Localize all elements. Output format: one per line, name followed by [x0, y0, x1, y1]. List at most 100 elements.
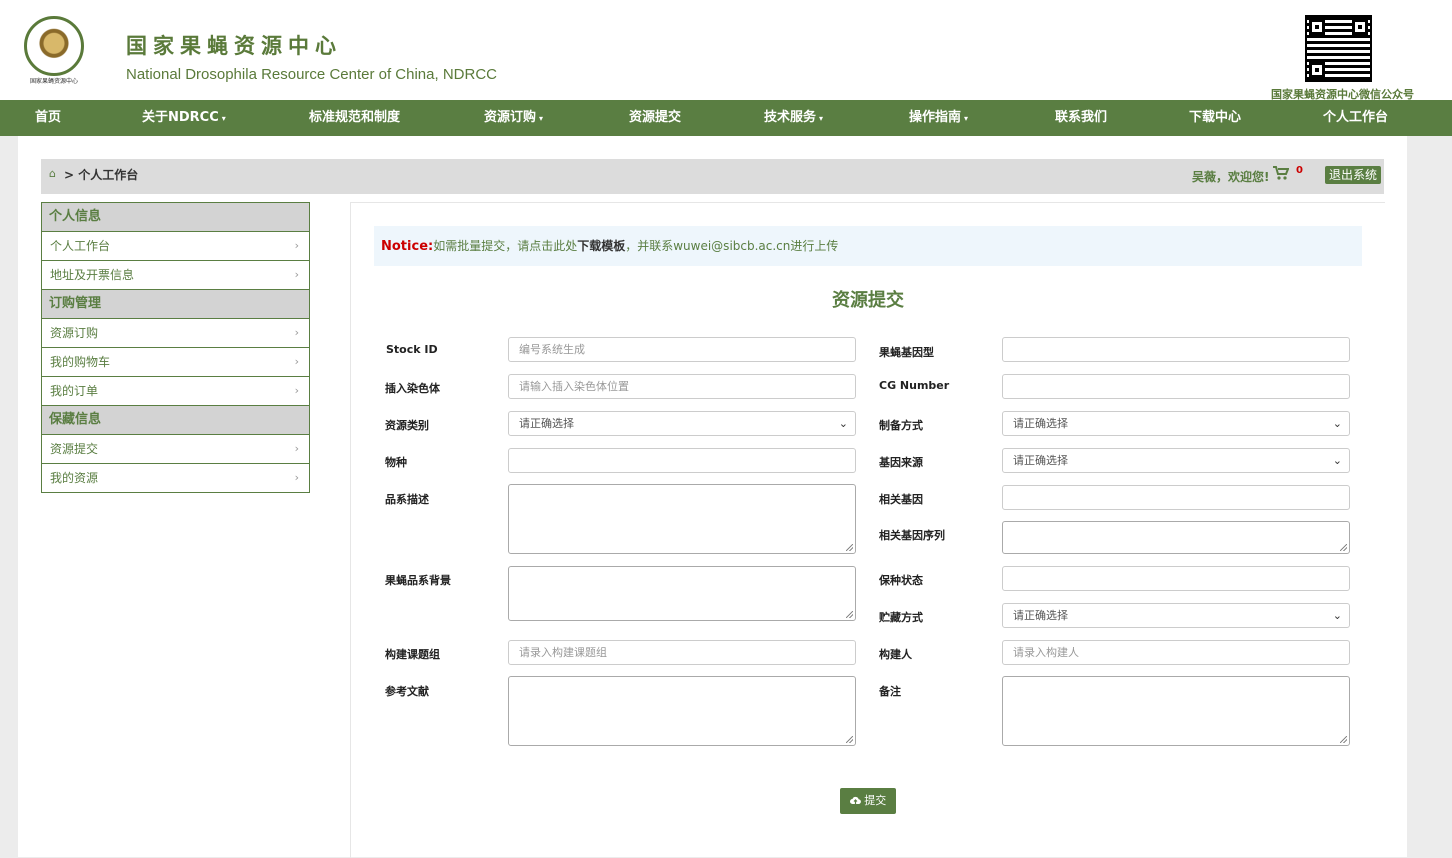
label-storage-method: 贮藏方式: [879, 611, 923, 624]
notice-bar: Notice:如需批量提交，请点击此处下载模板，并联系wuwei@sibcb.a…: [374, 226, 1362, 266]
sidebar-item-orders[interactable]: 我的订单 ›: [42, 377, 309, 406]
sidebar-item-label: 地址及开票信息: [50, 268, 135, 282]
cloud-upload-icon: [849, 796, 861, 805]
sidebar-item-resource-order[interactable]: 资源订购 ›: [42, 319, 309, 348]
genotype-input[interactable]: [1002, 337, 1350, 362]
sidebar-item-workspace[interactable]: 个人工作台 ›: [42, 232, 309, 261]
notice-label: Notice:: [381, 239, 434, 254]
breadcrumb-separator: >: [64, 168, 75, 182]
cg-number-input[interactable]: [1002, 374, 1350, 399]
label-prep-method: 制备方式: [879, 419, 923, 432]
prep-method-select[interactable]: 请正确选择 ⌄: [1002, 411, 1350, 436]
stock-id-input[interactable]: 编号系统生成: [508, 337, 856, 362]
cart-icon[interactable]: [1273, 166, 1290, 184]
qr-finder-icon: [1352, 19, 1368, 35]
ndrcc-logo[interactable]: [24, 16, 84, 76]
preservation-state-input[interactable]: [1002, 566, 1350, 591]
related-gene-input[interactable]: [1002, 485, 1350, 510]
wechat-qr-code-icon: [1305, 15, 1372, 82]
nav-label: 首页: [35, 110, 62, 125]
nav-standards[interactable]: 标准规范和制度: [309, 100, 400, 136]
label-species: 物种: [385, 456, 407, 469]
builder-placeholder: 请录入构建人: [1013, 646, 1079, 659]
label-related-gene-sequence: 相关基因序列: [879, 529, 945, 542]
strain-description-textarea[interactable]: [508, 484, 856, 554]
site-title-cn: 国家果蝇资源中心: [126, 34, 342, 58]
resource-category-select[interactable]: 请正确选择 ⌄: [508, 411, 856, 436]
prep-method-value: 请正确选择: [1013, 417, 1068, 430]
label-remarks: 备注: [879, 685, 901, 698]
sidebar-item-label: 个人工作台: [50, 239, 111, 253]
references-textarea[interactable]: [508, 676, 856, 746]
storage-method-value: 请正确选择: [1013, 609, 1068, 622]
sidebar-item-cart[interactable]: 我的购物车 ›: [42, 348, 309, 377]
label-resource-category: 资源类别: [385, 419, 429, 432]
breadcrumb-bar: [41, 159, 1384, 194]
nav-downloads[interactable]: 下载中心: [1189, 100, 1241, 136]
submit-button[interactable]: 提交: [840, 788, 896, 814]
insert-chromosome-placeholder: 请输入插入染色体位置: [519, 380, 629, 393]
related-gene-sequence-textarea[interactable]: [1002, 521, 1350, 554]
nav-label: 操作指南: [909, 110, 962, 125]
nav-tech-services[interactable]: 技术服务 ▾: [764, 100, 823, 136]
strain-background-textarea[interactable]: [508, 566, 856, 621]
site-title-en: National Drosophila Resource Center of C…: [126, 66, 497, 83]
logout-button[interactable]: 退出系统: [1325, 166, 1382, 184]
nav-about[interactable]: 关于NDRCC ▾: [142, 100, 226, 136]
cart-count-badge: 0: [1296, 165, 1303, 176]
nav-guide[interactable]: 操作指南 ▾: [909, 100, 968, 136]
sidebar-group-preservation-info: 保藏信息: [42, 406, 309, 435]
species-input[interactable]: [508, 448, 856, 473]
sidebar-group-personal-info: 个人信息: [42, 203, 309, 232]
sidebar: 个人信息 个人工作台 › 地址及开票信息 › 订购管理 资源订购 › 我的购物车 › 我…: [41, 202, 310, 493]
notice-text: 如需批量提交，请点击此处: [433, 239, 578, 253]
home-icon[interactable]: ⌂: [49, 167, 56, 180]
resource-category-value: 请正确选择: [519, 417, 574, 430]
submit-label: 提交: [864, 794, 887, 807]
nav-label: 个人工作台: [1323, 110, 1389, 125]
chevron-right-icon: ›: [294, 355, 299, 368]
label-stock-id: Stock ID: [386, 343, 438, 356]
builder-input[interactable]: 请录入构建人: [1002, 640, 1350, 665]
lab-group-input[interactable]: 请录入构建课题组: [508, 640, 856, 665]
nav-workspace[interactable]: 个人工作台: [1323, 100, 1388, 136]
download-template-link[interactable]: 下载模板: [577, 239, 625, 253]
remarks-textarea[interactable]: [1002, 676, 1350, 746]
breadcrumb: > 个人工作台: [64, 166, 138, 183]
insert-chromosome-input[interactable]: 请输入插入染色体位置: [508, 374, 856, 399]
nav-label: 联系我们: [1055, 110, 1108, 125]
sidebar-item-resource-submit[interactable]: 资源提交 ›: [42, 435, 309, 464]
nav-home[interactable]: 首页: [35, 100, 61, 136]
chevron-right-icon: ›: [294, 239, 299, 252]
nav-order[interactable]: 资源订购 ▾: [484, 100, 543, 136]
label-genotype: 果蝇基因型: [879, 346, 934, 359]
nav-label: 资源订购: [484, 110, 537, 125]
sidebar-item-label: 我的资源: [50, 471, 99, 485]
nav-label: 标准规范和制度: [309, 110, 401, 125]
sidebar-item-my-resources[interactable]: 我的资源 ›: [42, 464, 309, 492]
storage-method-select[interactable]: 请正确选择 ⌄: [1002, 603, 1350, 628]
chevron-right-icon: ›: [294, 326, 299, 339]
label-references: 参考文献: [385, 685, 429, 698]
welcome-text: 吴薇，欢迎您!: [1192, 170, 1270, 184]
nav-submit[interactable]: 资源提交: [629, 100, 681, 136]
site-header: 国家果蝇资源中心 国家果蝇资源中心 National Drosophila Re…: [0, 0, 1452, 101]
label-strain-description: 品系描述: [385, 493, 429, 506]
notice-text-contact: ，并联系wuwei@sibcb.ac.cn进行上传: [625, 239, 839, 253]
chevron-down-icon: ⌄: [1332, 609, 1342, 622]
main-nav: 首页 关于NDRCC ▾ 标准规范和制度 资源订购 ▾ 资源提交 技术服务 ▾ 操作指…: [0, 100, 1452, 136]
form-title: 资源提交: [832, 290, 904, 311]
nav-contact[interactable]: 联系我们: [1055, 100, 1107, 136]
nav-label: 技术服务: [764, 110, 817, 125]
caret-down-icon: ▾: [819, 114, 824, 123]
label-lab-group: 构建课题组: [385, 648, 440, 661]
caret-down-icon: ▾: [964, 114, 969, 123]
label-preservation-state: 保种状态: [879, 574, 923, 587]
gene-source-select[interactable]: 请正确选择 ⌄: [1002, 448, 1350, 473]
chevron-right-icon: ›: [294, 471, 299, 484]
cart-icon-svg: [1273, 166, 1290, 180]
nav-label: 下载中心: [1189, 110, 1242, 125]
sidebar-item-label: 资源订购: [50, 326, 99, 340]
chevron-right-icon: ›: [294, 384, 299, 397]
sidebar-item-label: 我的订单: [50, 384, 99, 398]
